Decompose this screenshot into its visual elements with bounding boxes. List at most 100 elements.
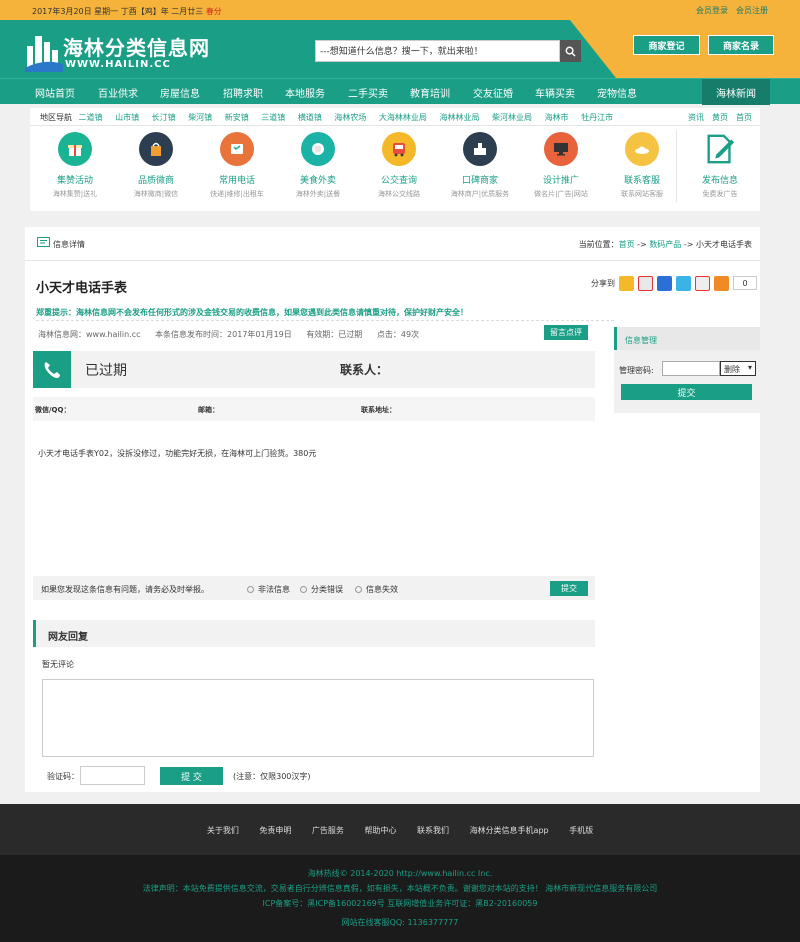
nav-item[interactable]: 车辆买卖 [535,85,575,100]
meta-validity: 有效期：已过期 [306,330,363,339]
category-phone[interactable]: 常用电话 快递|维修|出租车 [197,132,277,199]
nav-item[interactable]: 本地服务 [285,85,325,100]
region-link[interactable]: 柴河林业局 [492,113,532,122]
action-select[interactable]: 删除 ▾ [720,361,756,376]
nav-item[interactable]: 宠物信息 [597,85,637,100]
region-link[interactable]: 牡丹江市 [581,113,613,122]
report-submit-button[interactable]: 提交 [550,581,588,596]
option-label: 信息失效 [366,585,398,594]
region-link[interactable]: 海林林业局 [439,113,479,122]
category-wechat-shop[interactable]: 品质微商 海林微商|微信 [116,132,196,199]
manage-submit-button[interactable]: 提交 [621,384,752,400]
service-qq: 网站在线客服QQ: 1136377777 [341,918,459,927]
solar-term: 春分 [205,7,222,16]
footer-link[interactable]: 免责申明 [259,826,291,835]
nav-item[interactable]: 招聘求职 [223,85,263,100]
site-logo[interactable]: 海林分类信息网 WWW.HAILIN.CC [25,28,215,74]
footer-link[interactable]: 帮助中心 [364,826,396,835]
comment-submit-button[interactable]: 提 交 [160,767,223,785]
report-option-illegal[interactable]: 非法信息 [247,584,290,595]
captcha-input[interactable] [80,766,145,785]
weibo-share-icon[interactable] [638,275,653,291]
merchant-register-button[interactable]: 商家登记 [633,35,700,55]
category-sub: 海林公交线路 [378,190,420,198]
qzone-share-icon[interactable] [619,275,634,291]
category-gift[interactable]: 集赞活动 海林集赞|送礼 [35,132,115,199]
region-link[interactable]: 海林农场 [334,113,366,122]
region-link[interactable]: 二道镇 [79,113,103,122]
tencent-share-icon[interactable] [676,275,691,291]
region-link[interactable]: 长汀镇 [152,113,176,122]
report-option-wrong-category[interactable]: 分类错误 [300,584,343,595]
netease-share-icon[interactable] [695,275,710,291]
category-sub: 做名片|广告|网站 [534,190,588,198]
nav-item[interactable]: 交友征婚 [473,85,513,100]
category-title: 联系客服 [623,176,660,186]
category-bus[interactable]: 公交查询 海林公交线路 [359,132,439,199]
header: 海林分类信息网 WWW.HAILIN.CC ---想知道什么信息？搜一下，就出来… [0,20,800,78]
nav-item[interactable]: 百业供求 [98,85,138,100]
document-icon [37,237,50,247]
icp-record: ICP备案号：黑ICP备16002169号 互联网增值业务许可证：黑B2-201… [262,899,538,908]
gift-icon [58,132,92,166]
region-link[interactable]: 大海林林业局 [379,113,427,122]
breadcrumb-home[interactable]: 首页 [619,240,635,249]
category-service[interactable]: 联系客服 联系网站客服 [602,132,682,199]
category-sub: 快递|维修|出租车 [210,190,264,198]
category-sub: 海林商户|优质服务 [450,190,510,198]
breadcrumb-separator: -> [683,240,694,249]
warning-notice: 郑重提示：海林信息网不会发布任何形式的涉及金钱交易的收费信息，如果您遇到此类信息… [36,308,468,317]
region-link[interactable]: 横道镇 [298,113,322,122]
shopping-bag-icon [139,132,173,166]
no-comments: 暂无评论 [42,660,74,669]
yellowpages-link[interactable]: 黄页 [712,113,728,122]
footer-link[interactable]: 联系我们 [417,826,449,835]
category-sub: 海林微商|微信 [133,190,179,198]
region-link[interactable]: 海林市 [545,113,569,122]
building-logo-icon [25,36,63,72]
monitor-icon [544,132,578,166]
footer-link[interactable]: 广告服务 [312,826,344,835]
more-share-icon[interactable] [714,275,729,291]
password-input[interactable] [662,361,720,376]
message-button[interactable]: 留言点评 [544,325,588,340]
dining-icon [301,132,335,166]
divider [676,130,677,202]
nav-item[interactable]: 二手买卖 [348,85,388,100]
contact-label: 联系人： [340,363,389,377]
category-store[interactable]: 口碑商家 海林商户|优质服务 [440,132,520,199]
report-question: 如果您发现这条信息有问题，请务必及时举报。 [41,585,209,594]
category-design[interactable]: 设计推广 做名片|广告|网站 [521,132,601,199]
region-link[interactable]: 山市镇 [115,113,139,122]
main-nav: 网站首页 百业供求 房屋信息 招聘求职 本地服务 二手买卖 教育培训 交友征婚 … [0,78,800,105]
region-link[interactable]: 新安镇 [225,113,249,122]
home-link[interactable]: 首页 [736,113,752,122]
option-label: 非法信息 [258,585,290,594]
news-link[interactable]: 资讯 [688,113,704,122]
nav-news[interactable]: 海林新闻 [702,79,770,105]
search-input[interactable]: ---想知道什么信息？搜一下，就出来啦！ [315,40,560,62]
category-food[interactable]: 美食外卖 海林外卖|送餐 [278,132,358,199]
region-link[interactable]: 柴河镇 [188,113,212,122]
search-button[interactable] [560,40,581,62]
store-icon [463,132,497,166]
login-link[interactable]: 会员登录 [696,6,728,15]
nav-item[interactable]: 房屋信息 [160,85,200,100]
footer-link[interactable]: 海林分类信息手机app [470,826,549,835]
report-option-expired[interactable]: 信息失效 [355,584,398,595]
nav-item[interactable]: 教育培训 [410,85,450,100]
publish-sub: 免费发广告 [702,190,738,198]
footer-link[interactable]: 关于我们 [207,826,239,835]
region-link[interactable]: 三道镇 [261,113,285,122]
nav-item[interactable]: 网站首页 [35,85,75,100]
merchant-list-button[interactable]: 商家名录 [708,35,774,55]
footer-link[interactable]: 手机版 [569,826,593,835]
register-link[interactable]: 会员注册 [736,6,768,15]
breadcrumb-category[interactable]: 数码产品 [649,240,681,249]
reply-title: 网友回复 [48,632,88,643]
category-title: 集赞活动 [56,176,93,186]
comment-textarea[interactable] [42,679,594,757]
publish-info[interactable]: 发布信息 免费发广告 [680,132,760,199]
renren-share-icon[interactable] [657,275,672,291]
bus-icon [382,132,416,166]
